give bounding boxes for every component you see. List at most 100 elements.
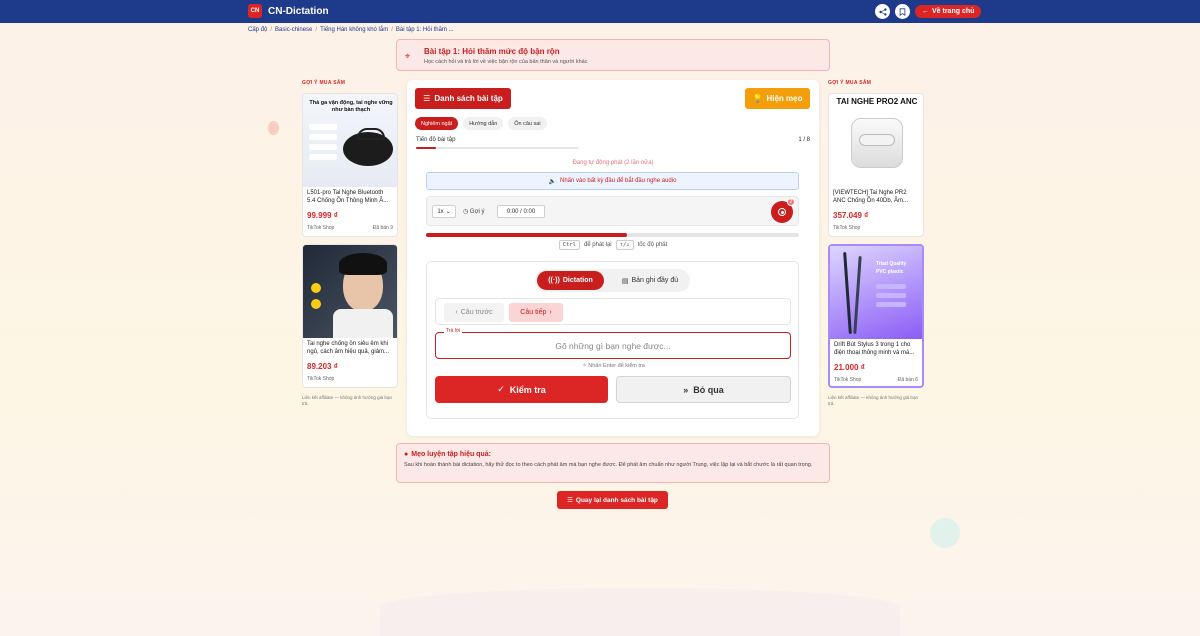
dictation-mode-button[interactable]: ((·)) Dictation <box>537 271 604 290</box>
audio-start-notice[interactable]: 🔈 Nhấn vào bất kỳ đâu để bắt đầu nghe au… <box>426 172 799 190</box>
chevron-down-icon: ⌄ <box>445 209 451 215</box>
breadcrumb-item[interactable]: Basic-chinese <box>275 27 312 33</box>
skip-forward-icon: » <box>683 384 689 395</box>
ad-image-caption: Thả ga vận động, tai nghe vững như bàn t… <box>309 100 393 113</box>
back-to-list-button[interactable]: ☰ Quay lại danh sách bài tập <box>557 491 668 509</box>
shortcut-text: để phát lại <box>583 242 612 248</box>
sparkle-icon: ✧ <box>582 363 587 369</box>
brand-logo: CN <box>248 4 262 18</box>
tips-panel: ● Mẹo luyện tập hiệu quả: Sau khi hoàn t… <box>396 443 830 483</box>
answer-field: Trả lời <box>435 328 791 359</box>
record-button[interactable]: 2 <box>771 198 795 223</box>
ad-card[interactable]: TAI NGHE PRO2 ANC [VIEWTECH] Tai Nghe PR… <box>828 93 924 237</box>
lesson-subtitle: Học cách hỏi và trả lời về việc bận rộn … <box>424 59 588 65</box>
progress-bar <box>416 147 579 149</box>
dictation-card: ☰ Danh sách bài tập 💡 Hiện mẹo Nghiêm ng… <box>407 80 819 436</box>
enter-hint: ✧ Nhấn Enter để kiểm tra <box>427 363 800 369</box>
audio-seek-bar[interactable] <box>426 233 799 237</box>
exercise-list-button[interactable]: ☰ Danh sách bài tập <box>415 88 511 109</box>
lightbulb-icon: 💡 <box>752 94 763 103</box>
speed-select[interactable]: 1x ⌄ <box>432 205 456 218</box>
home-button[interactable]: ← Về trang chủ <box>915 5 982 18</box>
tab-strict[interactable]: Nghiêm ngặt <box>415 117 459 130</box>
tips-title-text: Mẹo luyện tập hiệu quả: <box>411 451 491 458</box>
ad-card[interactable]: Triad Quality PVC plastic Drift Bút Styl… <box>828 244 924 388</box>
tab-review-mistakes[interactable]: Ôn câu sai <box>508 117 547 130</box>
breadcrumb: Cấp độ / Basic-chinese / Tiếng Hán không… <box>248 27 454 33</box>
tips-title: ● Mẹo luyện tập hiệu quả: <box>404 451 491 458</box>
brand-name: CN-Dictation <box>268 5 329 17</box>
ad-card[interactable]: Tai nghe chống ồn siêu êm khi ngủ, cách … <box>302 244 398 388</box>
audio-icon: 🔈 <box>548 178 557 185</box>
brand[interactable]: CN CN-Dictation <box>248 4 329 18</box>
breadcrumb-separator: / <box>315 27 318 33</box>
ad-image-caption: TAI NGHE PRO2 ANC <box>836 97 918 106</box>
lesson-banner: ⌖ Bài tập 1: Hỏi thăm mức độ bận rộn Học… <box>396 39 830 71</box>
chevron-left-icon: ‹ <box>455 309 458 316</box>
ad-shop: TikTok Shop <box>833 225 861 231</box>
decor-wave <box>380 588 900 636</box>
breadcrumb-separator: / <box>391 27 393 33</box>
autoplay-status: Đang tự động phát (2 lần nữa) <box>572 160 654 166</box>
transcript-mode-button[interactable]: ▤ Bản ghi đầy đủ <box>613 271 687 290</box>
hint-toggle[interactable]: ◷ Gợi ý <box>463 208 485 215</box>
bookmark-icon[interactable] <box>895 4 910 19</box>
check-button[interactable]: ✓ Kiểm tra <box>435 376 608 403</box>
mode-tabs: Nghiêm ngặt Hướng dẫn Ôn câu sai <box>415 117 547 130</box>
ad-card[interactable]: Thả ga vận động, tai nghe vững như bàn t… <box>302 93 398 237</box>
home-button-label: Về trang chủ <box>932 8 975 15</box>
breadcrumb-separator: / <box>270 27 273 33</box>
ad-image: Thả ga vận động, tai nghe vững như bàn t… <box>303 94 397 187</box>
ad-shop: TikTok Shop <box>307 225 335 231</box>
ad-sold: Đã bán 6 <box>897 377 918 383</box>
ad-name: [VIEWTECH] Tai Nghe PR2 ANC Chống Ồn 40D… <box>833 190 909 204</box>
arrow-left-icon: ← <box>922 8 929 15</box>
ad-meta: TikTok Shop <box>303 373 397 386</box>
dictation-panel: ((·)) Dictation ▤ Bản ghi đầy đủ ‹ Câu t… <box>426 261 799 419</box>
share-icon[interactable] <box>875 4 890 19</box>
ad-price: 357.049 ₫ <box>833 211 869 220</box>
audio-seek-fill <box>426 233 628 237</box>
target-icon: ⌖ <box>405 51 411 61</box>
record-icon <box>778 208 786 216</box>
ad-sold: Đã bán 9 <box>372 225 393 231</box>
ad-shop: TikTok Shop <box>307 376 335 382</box>
tips-body: Sau khi hoàn thành bài dictation, hãy th… <box>404 462 813 468</box>
ad-image-list <box>309 124 337 180</box>
tab-guided[interactable]: Hướng dẫn <box>463 117 504 130</box>
progress-count: 1 / 8 <box>798 137 810 143</box>
dictation-mode-label: Dictation <box>562 277 593 284</box>
lesson-title: Bài tập 1: Hỏi thăm mức độ bận rộn <box>424 47 560 56</box>
ad-meta: TikTok Shop Đã bán 9 <box>303 222 397 235</box>
audio-start-text: Nhấn vào bất kỳ đâu để bắt đầu nghe audi… <box>560 178 677 184</box>
ad-name: L501-pro Tai Nghe Bluetooth 5.4 Chống Ồn… <box>307 190 389 204</box>
ad-name: Drift Bút Stylus 3 trong 1 cho điện thoạ… <box>834 342 915 356</box>
ad-meta: TikTok Shop <box>829 222 923 235</box>
document-icon: ▤ <box>621 277 629 285</box>
breadcrumb-item[interactable]: Cấp độ <box>248 27 267 33</box>
right-ads-title: GỢI Ý MUA SẮM <box>828 80 872 86</box>
shortcut-key: Ctrl <box>558 240 580 250</box>
ad-meta: TikTok Shop Đã bán 6 <box>830 374 922 386</box>
ad-image: TAI NGHE PRO2 ANC <box>829 94 923 187</box>
answer-input[interactable] <box>436 333 790 358</box>
ad-price: 21.000 ₫ <box>834 363 865 372</box>
skip-button[interactable]: » Bỏ qua <box>616 376 791 403</box>
sentence-nav: ‹ Câu trước Câu tiếp › <box>435 298 791 325</box>
show-hint-button[interactable]: 💡 Hiện mẹo <box>745 88 810 109</box>
breadcrumb-current: Bài tập 1: Hỏi thăm ... <box>395 27 454 33</box>
breadcrumb-item[interactable]: Tiếng Hán không khó lắm <box>320 27 388 33</box>
view-toggle: ((·)) Dictation ▤ Bản ghi đầy đủ <box>535 269 690 292</box>
stylus-graphic <box>843 251 852 335</box>
progress-label: Tiến độ bài tập <box>416 137 456 143</box>
top-navbar: CN CN-Dictation ← Về trang chủ <box>0 0 1200 23</box>
check-icon: ✓ <box>497 384 505 394</box>
keyboard-shortcuts: Ctrl để phát lại ↑/↓ tốc độ phát <box>407 240 819 250</box>
show-hint-label: Hiện mẹo <box>766 94 803 103</box>
ad-price: 89.203 ₫ <box>307 362 338 371</box>
decor-bubble <box>268 121 279 135</box>
next-sentence-button[interactable]: Câu tiếp › <box>509 303 563 322</box>
list-icon: ☰ <box>567 497 573 504</box>
previous-sentence-button[interactable]: ‹ Câu trước <box>444 303 504 322</box>
decor-circle <box>930 518 960 548</box>
